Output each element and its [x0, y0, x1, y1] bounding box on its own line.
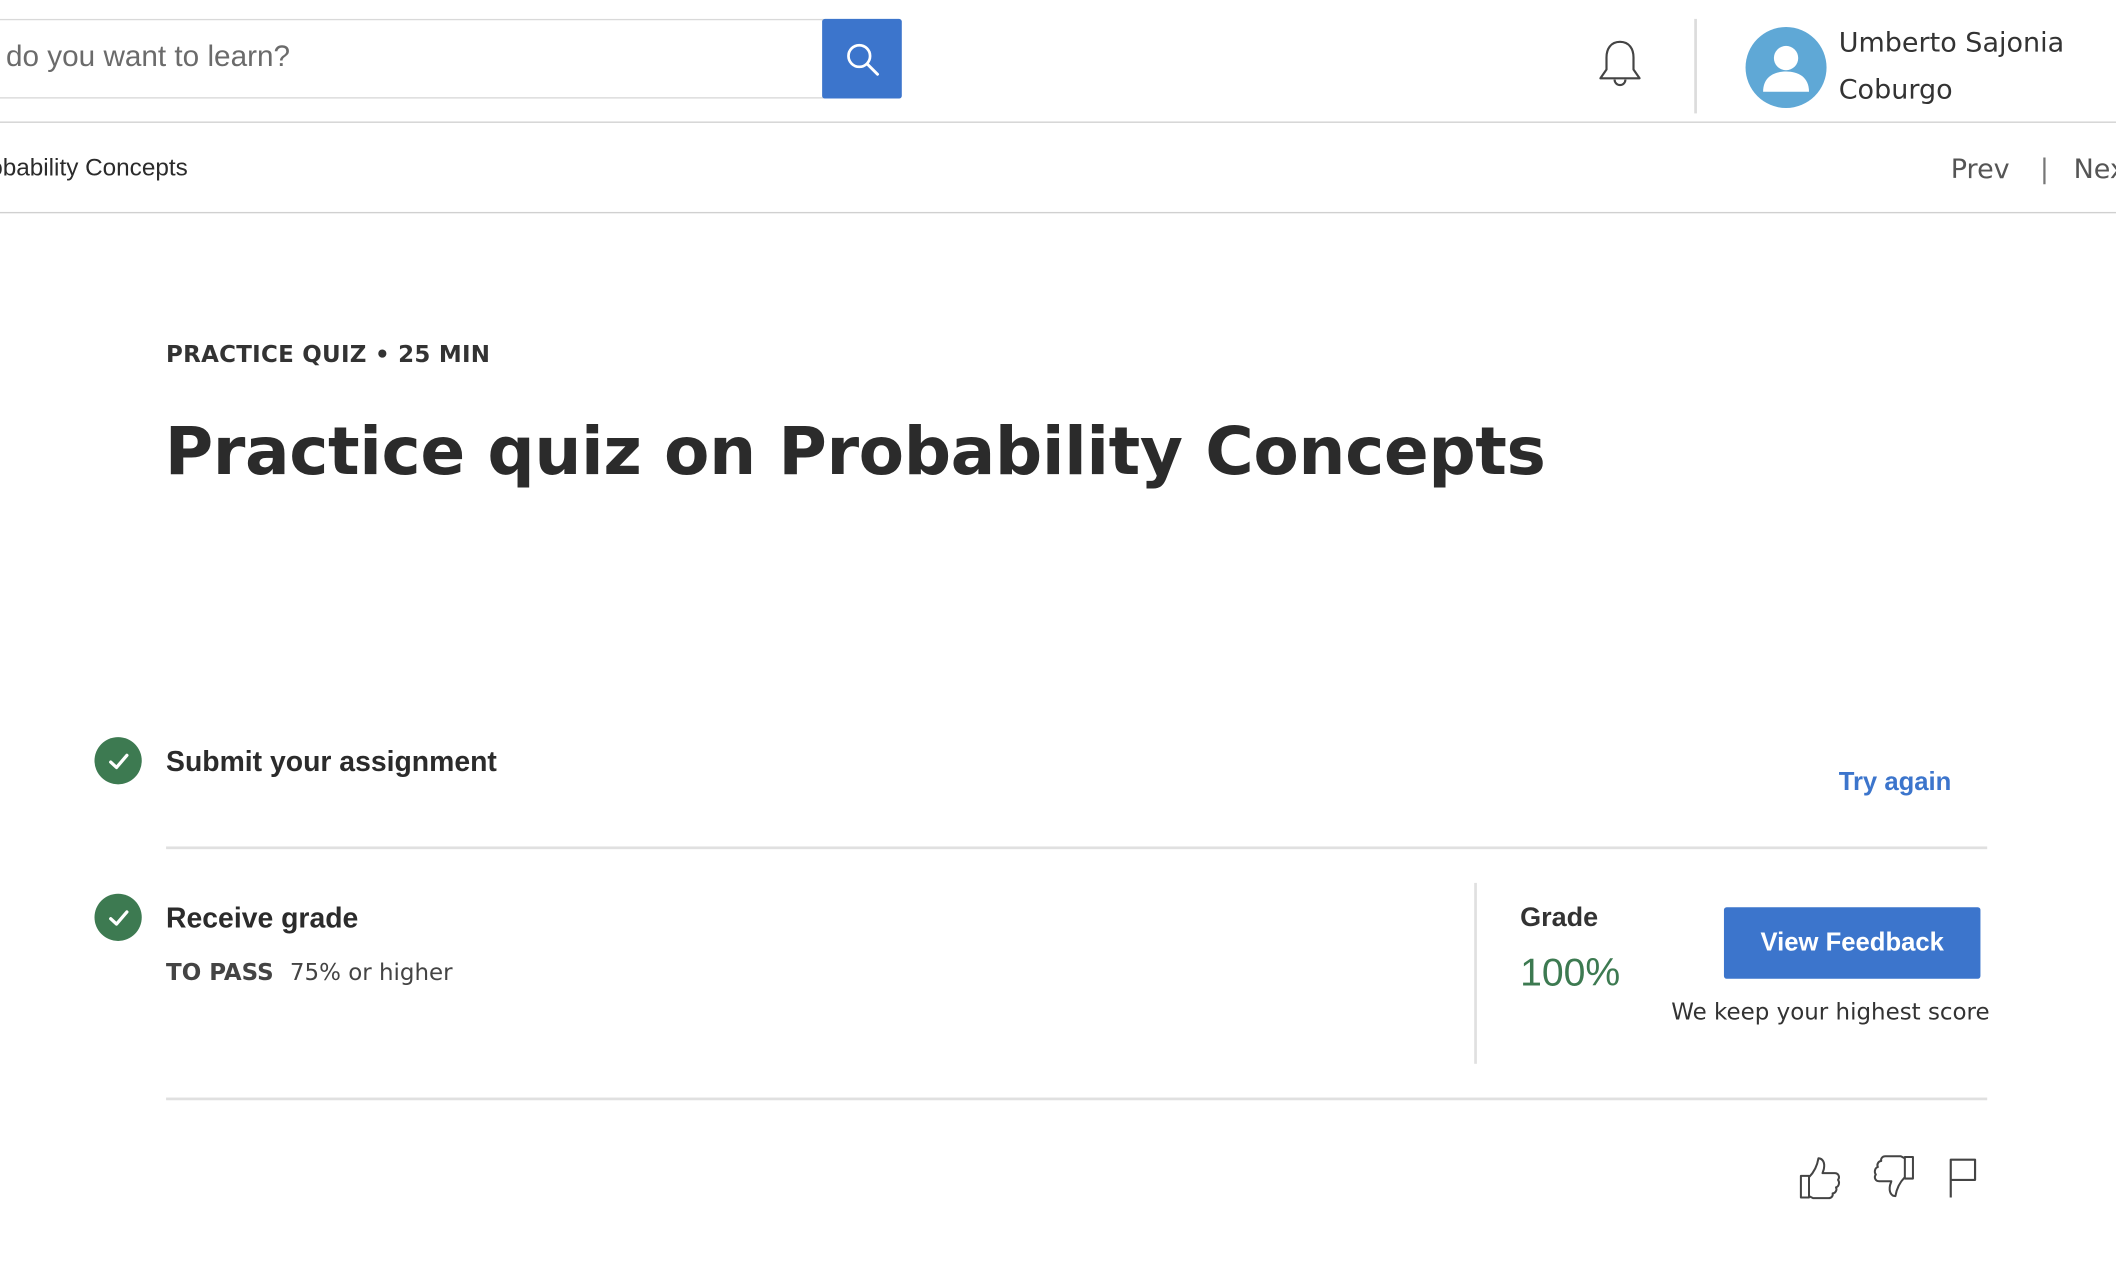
user-silhouette-icon: [1763, 45, 1809, 92]
header-separator: [1694, 18, 1697, 114]
next-link[interactable]: Nex: [2074, 153, 2116, 185]
check-circle-icon: [94, 893, 142, 941]
search-button[interactable]: [822, 18, 902, 99]
page: Umberto Sajonia Coburgo obability Concep…: [0, 0, 2116, 1276]
notifications-button[interactable]: [1593, 35, 1647, 94]
check-circle-icon: [94, 737, 142, 785]
thumbs-down-icon: [1873, 1155, 1914, 1198]
section-divider: [166, 846, 1988, 850]
user-name-second-line: Coburgo: [1838, 72, 1953, 106]
receive-grade-label: Receive grade: [166, 903, 359, 935]
quiz-meta: PRACTICE QUIZ • 25 MIN: [166, 341, 491, 369]
highest-score-note: We keep your highest score: [1671, 999, 1990, 1026]
search-input[interactable]: [0, 39, 783, 75]
like-button[interactable]: [1796, 1150, 1845, 1204]
bell-icon: [1599, 40, 1641, 87]
user-name-first-line: Umberto Sajonia: [1838, 25, 2065, 59]
to-pass-value: 75% or higher: [289, 959, 453, 987]
pager-separator: |: [2039, 152, 2049, 185]
user-menu[interactable]: Umberto Sajonia Coburgo: [1839, 19, 2109, 114]
dislike-button[interactable]: [1870, 1150, 1919, 1204]
breadcrumb[interactable]: obability Concepts: [0, 154, 188, 182]
report-button[interactable]: [1939, 1150, 1988, 1204]
section-divider: [166, 1097, 1988, 1101]
view-feedback-button[interactable]: View Feedback: [1723, 907, 1981, 979]
grade-label: Grade: [1520, 903, 1599, 933]
grade-separator: [1474, 882, 1477, 1064]
prev-link[interactable]: Prev: [1951, 153, 2010, 185]
thumbs-up-icon: [1799, 1157, 1840, 1200]
try-again-link[interactable]: Try again: [1839, 768, 1952, 798]
submit-step-label: Submit your assignment: [166, 746, 497, 778]
pass-requirement: TO PASS 75% or higher: [166, 960, 453, 987]
avatar[interactable]: [1745, 27, 1827, 108]
flag-icon: [1949, 1158, 1977, 1198]
page-title: Practice quiz on Probability Concepts: [164, 413, 1546, 491]
to-pass-label: TO PASS: [166, 959, 274, 987]
search-box: [0, 18, 824, 99]
breadcrumb-divider: [0, 211, 2116, 214]
header-divider: [0, 121, 2116, 123]
search-icon: [846, 43, 879, 76]
grade-value: 100%: [1520, 951, 1621, 995]
